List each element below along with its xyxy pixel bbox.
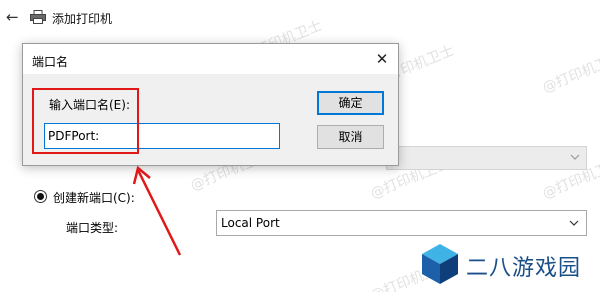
port-type-select[interactable]: Local Port [216,210,587,236]
cube-logo-icon [422,244,458,284]
dialog-titlebar: 端口名 ✕ [23,44,398,74]
back-arrow-icon[interactable]: ← [6,9,22,25]
watermark: @打印机卫士 [540,49,600,97]
create-port-radio[interactable] [34,190,47,203]
close-icon[interactable]: ✕ [372,49,392,69]
chevron-down-icon [569,220,579,226]
chevron-down-icon [570,154,580,160]
port-name-dialog: 端口名 ✕ 输入端口名(E): 确定 取消 [22,43,399,166]
dialog-title: 端口名 [32,55,69,69]
create-port-label[interactable]: 创建新端口(C): [53,189,135,206]
port-type-label: 端口类型: [66,221,119,235]
port-name-input[interactable] [44,123,280,149]
wizard-header: ← 添加打印机 [0,0,600,38]
cancel-button[interactable]: 取消 [317,125,384,149]
port-name-label: 输入端口名(E): [49,98,130,112]
ok-button[interactable]: 确定 [317,91,384,115]
annotation-arrow [132,165,182,256]
printer-icon [30,10,46,24]
existing-port-select [386,146,587,170]
port-type-value: Local Port [221,216,280,230]
brand-name: 二八游戏园 [466,256,582,281]
wizard-title: 添加打印机 [52,12,113,26]
